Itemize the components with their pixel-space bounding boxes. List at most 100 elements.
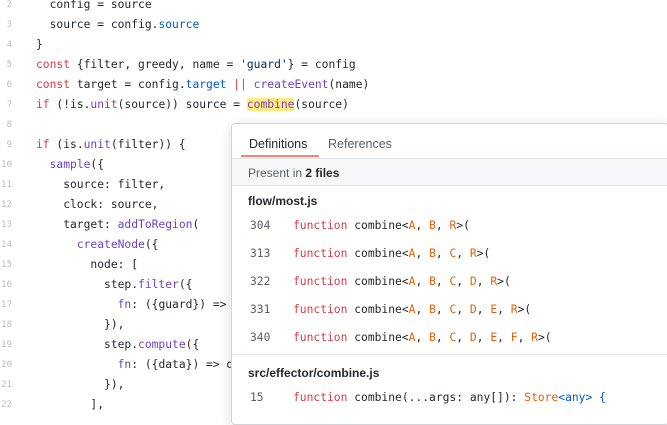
code-line: const target = config.target || createEv… [36, 75, 369, 95]
code-token: B [429, 303, 436, 316]
definition-result-row[interactable]: 340 function combine<A, B, C, D, E, F, R>… [232, 324, 667, 352]
code-token: B [429, 275, 436, 288]
code-token: 'guard' [240, 58, 288, 71]
code-token: combine< [347, 303, 409, 316]
code-token: , [435, 275, 450, 288]
code-line: fn: ({guard}) => g [36, 295, 240, 315]
tab-definitions[interactable]: Definitions [249, 137, 307, 151]
code-token: combine< [347, 331, 409, 344]
definition-result-row[interactable]: 304 function combine<A, B, R>( [232, 212, 667, 240]
code-token: D [469, 331, 477, 344]
code-token: clock: source, [36, 198, 159, 211]
code-token: source [158, 18, 200, 31]
summary-count: 2 files [305, 166, 340, 180]
result-file-name[interactable]: flow/most.js [248, 194, 317, 208]
code-line: source = config.source [36, 15, 200, 35]
code-token: target = config. [70, 78, 186, 91]
code-token: function [293, 219, 348, 232]
code-token: >( [476, 247, 491, 260]
result-line-number: 331 [250, 303, 271, 316]
code-token: compute [138, 338, 186, 351]
code-token: fn [117, 358, 132, 371]
code-token: ( [192, 218, 200, 231]
code-token: D [469, 275, 477, 288]
code-token: , [435, 219, 450, 232]
result-line-number: 313 [250, 247, 271, 260]
code-token: , [456, 331, 470, 344]
code-token: ({ [90, 158, 105, 171]
code-line: node: [ [36, 255, 138, 275]
code-token: , [497, 303, 511, 316]
definition-result-row[interactable]: 322 function combine<A, B, C, D, R>( [232, 268, 667, 296]
code-token: >( [497, 275, 511, 288]
highlighted-symbol[interactable]: combine [246, 98, 295, 111]
results-summary: Present in 2 files [232, 159, 667, 186]
code-token: R [531, 331, 538, 344]
code-token: , [456, 247, 470, 260]
result-code: function combine(...args: any[]): Store<… [293, 384, 606, 412]
code-token: ({ [185, 338, 200, 351]
code-token: (!is. [49, 98, 91, 111]
code-token: step. [36, 278, 139, 291]
code-token: R [469, 247, 477, 260]
summary-prefix: Present in [248, 166, 306, 180]
code-token: source: filter, [36, 178, 166, 191]
code-line: step.filter({ [36, 275, 192, 295]
code-token: } = config [287, 58, 356, 71]
result-line-number: 340 [250, 331, 271, 344]
code-line: step.compute({ [36, 335, 199, 355]
tab-references[interactable]: References [328, 137, 392, 151]
popover-tabs: Definitions References [232, 124, 667, 159]
code-token: } [36, 38, 43, 51]
code-line: if (is.unit(filter)) { [36, 135, 186, 155]
code-token: , [456, 275, 470, 288]
result-code: function combine<A, B, C, D, E, F, R>( [293, 324, 552, 352]
code-token: combine< [347, 219, 409, 232]
code-token: >( [456, 219, 470, 232]
code-line: fn: ({data}) => da [36, 355, 240, 375]
active-tab-indicator [241, 155, 319, 157]
code-token: ({ [144, 238, 159, 251]
code-token: R [510, 303, 518, 316]
code-token: <any> { [558, 391, 606, 404]
code-token: if [36, 138, 50, 151]
code-token: , [415, 303, 430, 316]
definition-result-row[interactable]: 331 function combine<A, B, C, D, E, R>( [232, 296, 667, 324]
code-token: B [429, 331, 436, 344]
definition-result-row[interactable]: 313 function combine<A, B, C, R>( [232, 240, 667, 268]
code-token: node: [ [36, 258, 139, 271]
code-token: if [36, 98, 50, 111]
code-token: target [185, 78, 227, 91]
code-token: B [429, 219, 436, 232]
code-line: clock: source, [36, 195, 158, 215]
code-token: (name) [328, 78, 370, 91]
code-token: filter [138, 278, 179, 291]
code-line: config = source [36, 0, 152, 15]
code-token: : ({data}) => da [131, 358, 241, 371]
code-token: ], [36, 398, 105, 411]
result-file-name[interactable]: src/effector/combine.js [248, 366, 379, 380]
code-token: }), [36, 378, 125, 391]
file-divider [232, 354, 667, 355]
code-token: addToRegion [117, 218, 193, 231]
code-token: , [476, 303, 491, 316]
result-code: function combine<A, B, R>( [293, 212, 470, 240]
code-token: source = config. [36, 18, 159, 31]
code-token: createEvent [253, 78, 329, 91]
code-line: ], [36, 395, 104, 415]
code-token: , [415, 247, 430, 260]
code-line: const {filter, greedy, name = 'guard'} =… [36, 55, 356, 75]
code-token: }), [36, 318, 125, 331]
code-token: {filter, greedy, name = [70, 58, 241, 71]
code-token: function [293, 247, 348, 260]
code-token: : ({guard}) => g [131, 298, 241, 311]
code-token: , [435, 331, 450, 344]
code-token: (is. [49, 138, 84, 151]
definition-result-row[interactable]: 15 function combine(...args: any[]): Stor… [232, 384, 667, 412]
code-token: >( [537, 331, 552, 344]
code-token: sample [49, 158, 91, 171]
code-token: unit [83, 138, 111, 151]
code-token: const [36, 58, 71, 71]
